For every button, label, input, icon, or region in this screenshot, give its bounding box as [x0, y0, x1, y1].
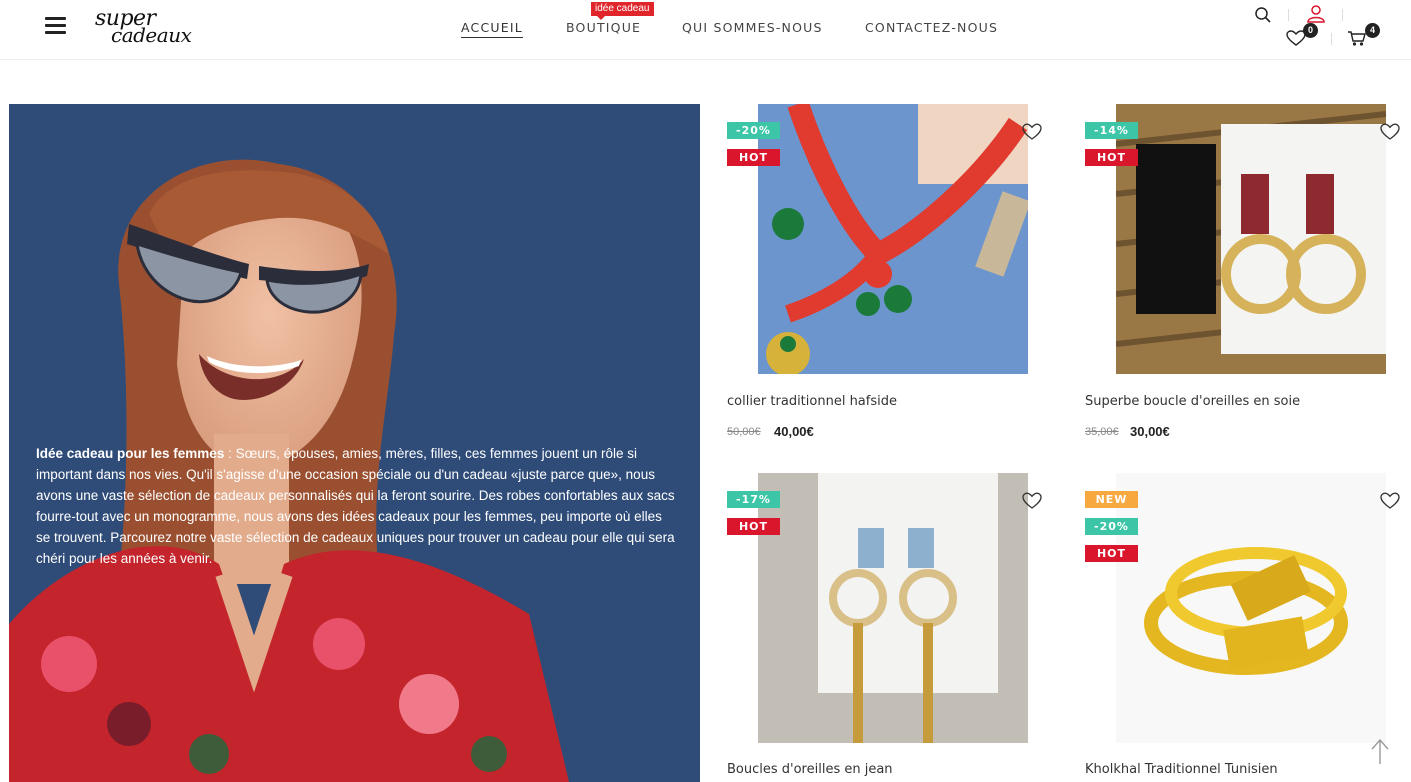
women-gift-banner[interactable]: Idée cadeau pour les femmes : Sœurs, épo…: [9, 104, 700, 782]
search-icon[interactable]: [1254, 6, 1272, 24]
wishlist-heart-icon[interactable]: [1380, 123, 1400, 141]
bracelet-image: [1116, 473, 1386, 743]
discount-badge: -20%: [1085, 518, 1138, 535]
site-header: super cadeaux ACCUEIL BOUTIQUE QUI SOMME…: [0, 0, 1411, 60]
product-image[interactable]: [1116, 473, 1386, 743]
jean-earrings-image: [758, 473, 1028, 743]
hot-badge: HOT: [727, 518, 780, 535]
wishlist-heart-icon[interactable]: [1022, 492, 1042, 510]
hot-badge: HOT: [727, 149, 780, 166]
nav-accueil[interactable]: ACCUEIL: [461, 20, 523, 38]
discount-badge: -20%: [727, 122, 780, 139]
user-icon[interactable]: [1306, 4, 1326, 23]
discount-badge: -14%: [1085, 122, 1138, 139]
new-badge: NEW: [1085, 491, 1138, 508]
product-image[interactable]: [1116, 104, 1386, 374]
product-title[interactable]: Boucles d'oreilles en jean: [727, 762, 893, 777]
necklace-image: [758, 104, 1028, 374]
cart-icon[interactable]: [1347, 30, 1367, 47]
wishlist-count: 0: [1303, 23, 1318, 38]
idee-cadeau-badge: idée cadeau: [591, 2, 654, 20]
header-separator: [1342, 9, 1343, 21]
header-separator: [1331, 33, 1332, 45]
nav-boutique[interactable]: BOUTIQUE: [566, 20, 641, 35]
old-price: 50,00€: [727, 426, 761, 438]
product-image[interactable]: [758, 104, 1028, 374]
menu-icon[interactable]: [45, 17, 66, 35]
product-title[interactable]: Kholkhal Traditionnel Tunisien: [1085, 762, 1278, 777]
price: 30,00€: [1130, 424, 1170, 439]
cart-count: 4: [1365, 23, 1380, 38]
back-to-top-arrow-icon[interactable]: [1369, 737, 1391, 765]
price: 40,00€: [774, 424, 814, 439]
site-logo[interactable]: super cadeaux: [93, 6, 208, 48]
discount-badge: -17%: [727, 491, 780, 508]
product-image[interactable]: [758, 473, 1028, 743]
wishlist-heart-icon[interactable]: [1022, 123, 1042, 141]
nav-qui-sommes-nous[interactable]: QUI SOMMES-NOUS: [682, 20, 823, 35]
product-title[interactable]: Superbe boucle d'oreilles en soie: [1085, 394, 1300, 409]
hot-badge: HOT: [1085, 545, 1138, 562]
header-separator: [1288, 9, 1289, 21]
wishlist-heart-icon[interactable]: [1380, 492, 1400, 510]
banner-description: Idée cadeau pour les femmes : Sœurs, épo…: [36, 446, 675, 566]
old-price: 35,00€: [1085, 426, 1119, 438]
nav-contactez-nous[interactable]: CONTACTEZ-NOUS: [865, 20, 998, 35]
earrings-image: [1116, 104, 1386, 374]
hot-badge: HOT: [1085, 149, 1138, 166]
product-title[interactable]: collier traditionnel hafside: [727, 394, 897, 409]
